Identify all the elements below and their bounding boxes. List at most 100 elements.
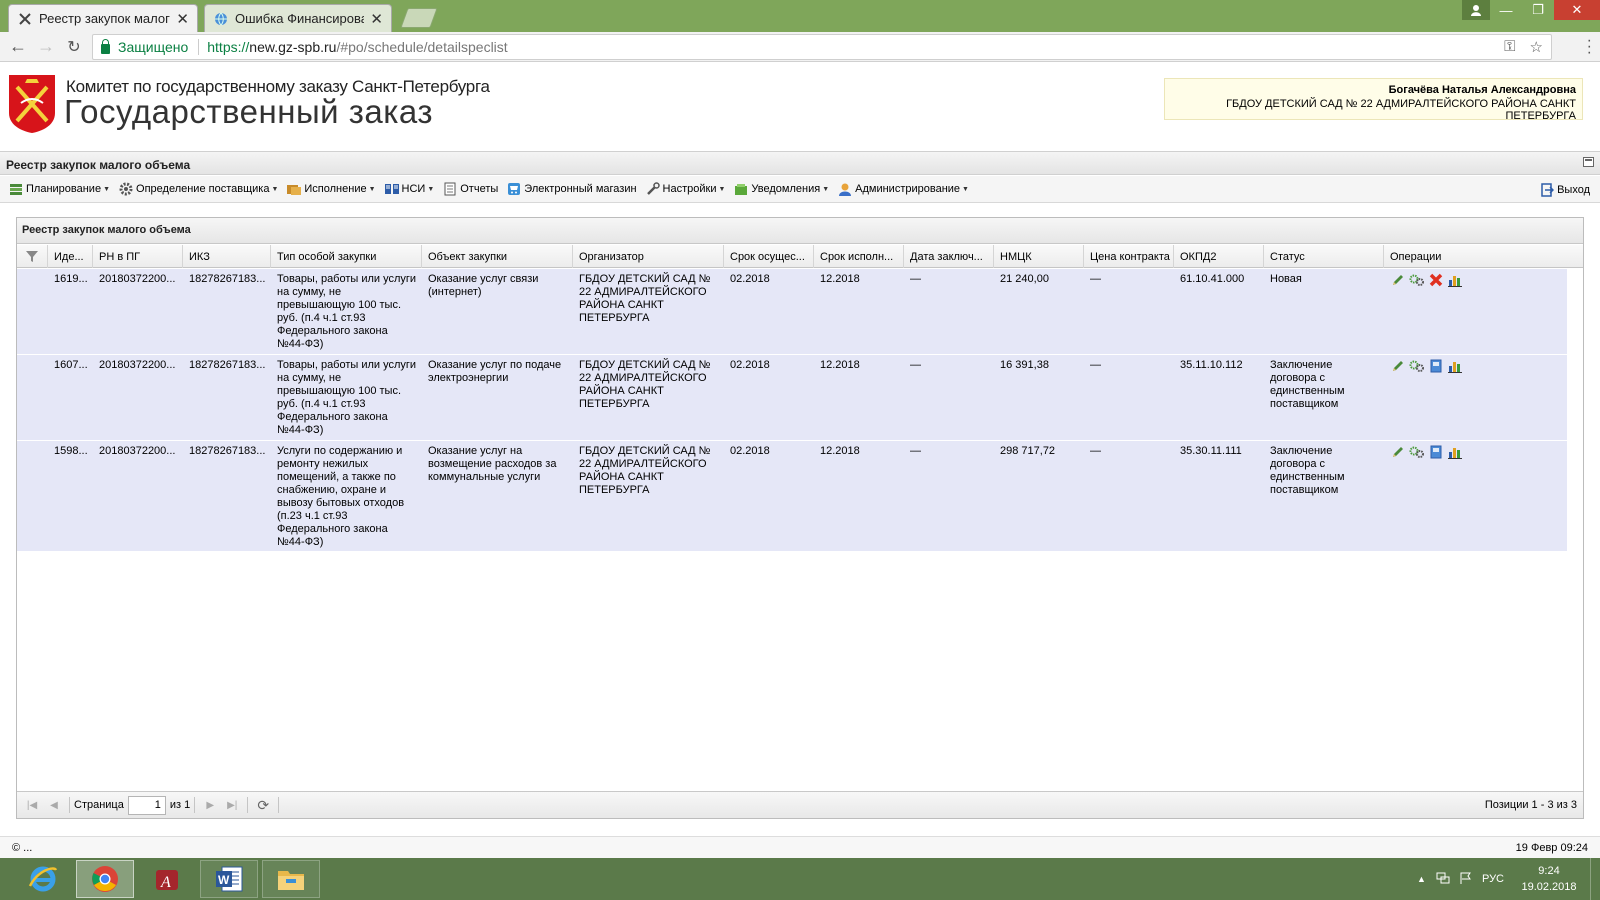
lock-icon: [101, 38, 110, 54]
forward-button[interactable]: →: [32, 33, 60, 61]
chart-icon[interactable]: [1447, 358, 1463, 374]
prev-page-button[interactable]: ◀: [43, 795, 65, 815]
access-icon[interactable]: A: [138, 860, 196, 898]
menu-supplier-selection[interactable]: Определение поставщика ▼: [114, 178, 282, 200]
edit-icon[interactable]: [1390, 358, 1406, 374]
column-header-nmck[interactable]: НМЦК: [994, 245, 1084, 268]
cell-period-exec: 12.2018: [820, 359, 860, 371]
column-header-organizer[interactable]: Организатор: [573, 245, 724, 268]
cell-operations: [1384, 441, 1564, 460]
user-name: Богачёва Наталья Александровна: [1388, 84, 1576, 96]
cell-price: —: [1090, 273, 1101, 285]
column-header-period-start[interactable]: Срок осущес...: [724, 245, 814, 268]
column-header-object[interactable]: Объект закупки: [422, 245, 573, 268]
cell-operations: [1384, 355, 1564, 374]
tab-close-icon[interactable]: ✕: [176, 10, 189, 28]
table-row[interactable]: 1598... 20180372200... 18278267183... Ус…: [17, 441, 1567, 552]
column-header-okpd2[interactable]: ОКПД2: [1174, 245, 1264, 268]
edit-icon[interactable]: [1390, 272, 1406, 288]
menu-planning[interactable]: Планирование ▼: [4, 178, 114, 200]
column-header-ikz[interactable]: ИКЗ: [183, 245, 271, 268]
cell-ikz: 18278267183...: [189, 359, 266, 371]
column-header-status[interactable]: Статус: [1264, 245, 1384, 268]
filter-column-header[interactable]: [17, 245, 48, 268]
logout-button[interactable]: Выход: [1535, 179, 1594, 201]
chart-icon[interactable]: [1447, 272, 1463, 288]
bookmark-star-icon[interactable]: ☆: [1530, 38, 1543, 56]
copyright: © ...: [12, 842, 33, 854]
tab-financing-error[interactable]: Ошибка Финансирован ✕: [204, 4, 392, 32]
reload-button[interactable]: ↻: [60, 33, 88, 61]
cell-date-signed: —: [910, 445, 921, 457]
grid-title: Реестр закупок малого объема: [17, 218, 1583, 244]
minimize-button[interactable]: —: [1490, 0, 1522, 20]
menu-reference[interactable]: НСИ ▼: [380, 178, 439, 200]
profile-icon[interactable]: [1462, 0, 1490, 20]
new-tab-button[interactable]: [400, 8, 438, 28]
browser-menu-icon[interactable]: · · ·: [1587, 33, 1592, 61]
positions-info: Позиции 1 - 3 из 3: [1484, 799, 1577, 811]
filter-icon[interactable]: [25, 251, 39, 266]
refresh-icon[interactable]: ⟳: [252, 795, 274, 815]
cell-organizer: ГБДОУ ДЕТСКИЙ САД № 22 АДМИРАЛТЕЙСКОГО Р…: [579, 359, 711, 410]
site-header: Комитет по государственному заказу Санкт…: [0, 63, 1600, 147]
show-desktop-button[interactable]: [1590, 858, 1600, 900]
restore-button[interactable]: ❐: [1522, 0, 1554, 20]
document-icon[interactable]: [1428, 444, 1444, 460]
column-header-rn[interactable]: РН в ПГ: [93, 245, 183, 268]
url-input[interactable]: Защищено https://new.gz-spb.ru/#po/sched…: [92, 34, 1552, 60]
chart-icon[interactable]: [1447, 444, 1463, 460]
page-number-input[interactable]: [127, 795, 166, 815]
cell-type: Товары, работы или услуги на сумму, не п…: [277, 273, 417, 350]
settings-icon[interactable]: [1409, 272, 1425, 288]
tab-close-icon[interactable]: ✕: [370, 10, 383, 28]
menu-notifications[interactable]: Уведомления ▼: [729, 178, 833, 200]
table-row[interactable]: 1619... 20180372200... 18278267183... То…: [17, 269, 1567, 355]
table-row[interactable]: 1607... 20180372200... 18278267183... То…: [17, 355, 1567, 441]
cart-icon: [506, 181, 522, 197]
close-window-button[interactable]: ✕: [1554, 0, 1600, 20]
menu-settings[interactable]: Настройки ▼: [641, 178, 730, 200]
taskbar-clock[interactable]: 9:24 19.02.2018: [1514, 863, 1584, 895]
tray-expand-icon[interactable]: ▲: [1417, 874, 1426, 884]
column-header-price[interactable]: Цена контракта: [1084, 245, 1174, 268]
menu-reports[interactable]: Отчеты: [438, 178, 502, 200]
menu-e-shop[interactable]: Электронный магазин: [502, 178, 640, 200]
document-icon[interactable]: [1428, 358, 1444, 374]
ie-icon[interactable]: [14, 860, 72, 898]
key-icon[interactable]: ⚿: [1504, 38, 1515, 56]
column-header-date-signed[interactable]: Дата заключ...: [904, 245, 994, 268]
menu-administration[interactable]: Администрирование ▼: [833, 178, 973, 200]
settings-icon[interactable]: [1409, 358, 1425, 374]
tab-registry[interactable]: Реестр закупок малого ✕: [8, 4, 198, 32]
grid-pager: |◀ ◀ Страница из 1 ▶ ▶| ⟳ Позиции 1 - 3 …: [17, 791, 1583, 818]
column-header-type[interactable]: Тип особой закупки: [271, 245, 422, 268]
settings-icon[interactable]: [1409, 444, 1425, 460]
action-center-flag-icon[interactable]: [1460, 872, 1472, 887]
menu-execution[interactable]: Исполнение ▼: [282, 178, 379, 200]
column-header-id[interactable]: Иде...: [48, 245, 93, 268]
report-icon: [442, 181, 458, 197]
cell-period-start: 02.2018: [730, 445, 770, 457]
grid-header: Иде... РН в ПГ ИКЗ Тип особой закупки Об…: [17, 245, 1583, 268]
collapse-panel-button[interactable]: [1583, 157, 1594, 167]
language-indicator[interactable]: РУС: [1482, 873, 1504, 885]
notification-icon: [733, 181, 749, 197]
cell-ikz: 18278267183...: [189, 273, 266, 285]
next-page-button[interactable]: ▶: [199, 795, 221, 815]
cell-status: Новая: [1270, 273, 1302, 285]
first-page-button[interactable]: |◀: [21, 795, 43, 815]
tab-title: Ошибка Финансирован: [235, 11, 365, 26]
delete-icon[interactable]: [1428, 272, 1444, 288]
spb-emblem-icon: [9, 75, 55, 133]
word-icon[interactable]: W: [200, 860, 258, 898]
network-icon[interactable]: [1436, 872, 1450, 887]
file-explorer-icon[interactable]: [262, 860, 320, 898]
chrome-icon[interactable]: [76, 860, 134, 898]
page-label: Страница: [74, 799, 124, 811]
cell-rn: 20180372200...: [99, 273, 176, 285]
last-page-button[interactable]: ▶|: [221, 795, 243, 815]
back-button[interactable]: ←: [4, 33, 32, 61]
edit-icon[interactable]: [1390, 444, 1406, 460]
column-header-period-exec[interactable]: Срок исполн...: [814, 245, 904, 268]
